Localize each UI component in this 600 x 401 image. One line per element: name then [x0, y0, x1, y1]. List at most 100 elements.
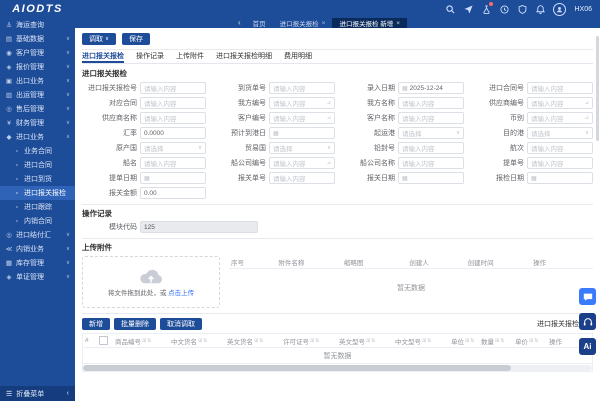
filter-icon[interactable]: ⊞	[422, 338, 426, 344]
text-input[interactable]: 请输入内容	[398, 157, 464, 169]
upload-dropzone[interactable]: 将文件拖到此处，或 点击上传	[82, 256, 220, 308]
column-header[interactable]: 商品编号 ⊞ ⇅	[113, 336, 169, 346]
sidebar-item[interactable]: ¥ 财务管理 ∨	[0, 116, 75, 130]
vertical-scrollbar-thumb[interactable]	[596, 36, 599, 141]
sidebar-item[interactable]: ▤ 基础数据 ∨	[0, 32, 75, 46]
sidebar-subitem[interactable]: ▫ 业务合同	[0, 144, 75, 158]
picker-icon[interactable]: ⊿	[585, 115, 589, 121]
picker-icon[interactable]: ⊿	[327, 115, 331, 121]
filter-icon[interactable]: ⊞	[366, 338, 370, 344]
save-button[interactable]: 保存	[122, 33, 151, 45]
date-field[interactable]: ▦	[140, 172, 206, 184]
flask-icon[interactable]	[481, 2, 494, 14]
text-input[interactable]: 请输入内容	[140, 112, 206, 124]
date-field[interactable]: ▦	[269, 127, 335, 139]
sidebar-item[interactable]: ◎ 进口结付汇 ∨	[0, 228, 75, 242]
column-header[interactable]: 英文货名 ⊞ ⇅	[225, 336, 281, 346]
sidebar-item[interactable]: ≪ 内销业务 ∨	[0, 242, 75, 256]
sidebar-item[interactable]: ▦ 库存管理 ∨	[0, 256, 75, 270]
date-field[interactable]: ▦	[398, 172, 464, 184]
window-tab[interactable]: 进口报关报检 新增 ×	[332, 18, 408, 28]
sidebar-item[interactable]: ◈ 单证管理 ∨	[0, 270, 75, 284]
text-input[interactable]: 请输入内容 ⊿	[269, 97, 335, 109]
picker-icon[interactable]: ⊿	[585, 100, 589, 106]
text-input[interactable]: 请输入内容	[140, 157, 206, 169]
sidebar-item[interactable]: ▥ 出运管理 ∨	[0, 88, 75, 102]
text-input[interactable]: 请输入内容	[140, 82, 206, 94]
sidebar-item[interactable]: ◈ 报价管理 ∨	[0, 60, 75, 74]
column-header[interactable]: 中文货名 ⊞ ⇅	[169, 336, 225, 346]
text-input[interactable]: 请输入内容	[398, 112, 464, 124]
text-input[interactable]: 请输入内容	[527, 82, 593, 94]
batch-delete-button[interactable]: 批量删除	[114, 318, 156, 330]
click-upload-link[interactable]: 点击上传	[168, 290, 194, 297]
sidebar-subitem[interactable]: ▫ 进口跟踪	[0, 200, 75, 214]
text-input[interactable]: 请输入内容 ⊿	[269, 112, 335, 124]
horizontal-scrollbar[interactable]	[83, 365, 592, 371]
select-all-checkbox[interactable]	[99, 336, 108, 345]
sidebar-item[interactable]: ◎ 售后管理 ∨	[0, 102, 75, 116]
close-icon[interactable]: ×	[396, 20, 400, 27]
text-input[interactable]: 请输入内容 ⊿	[527, 97, 593, 109]
filter-icon[interactable]: ⊞	[529, 338, 533, 344]
anchor-tab[interactable]: 进口报关报检	[82, 50, 124, 63]
text-input[interactable]: 0.00	[140, 187, 206, 199]
tabs-back-chevron-icon[interactable]: ‹	[233, 18, 246, 28]
text-input[interactable]: 请输入内容	[398, 142, 464, 154]
date-field[interactable]: ▦	[527, 172, 593, 184]
anchor-tab[interactable]: 上传附件	[176, 50, 204, 63]
picker-icon[interactable]: ⊿	[327, 100, 331, 106]
horizontal-scrollbar-thumb[interactable]	[83, 365, 511, 371]
text-input[interactable]: 0.0000	[140, 127, 206, 139]
customer-service-fab-button[interactable]	[579, 313, 596, 330]
sort-icon[interactable]: ⇅	[427, 338, 431, 344]
column-header[interactable]: 单价 ⊞ ⇅	[513, 336, 547, 346]
text-input[interactable]: 请输入内容	[398, 97, 464, 109]
text-input[interactable]: 请输入内容	[269, 172, 335, 184]
close-icon[interactable]: ×	[322, 20, 326, 27]
retrieve-button[interactable]: 调取 ∨	[82, 33, 117, 45]
select-field[interactable]: 请选择 ∨	[527, 127, 593, 139]
shield-icon[interactable]	[517, 4, 527, 14]
column-header[interactable]: 数量 ⊞ ⇅	[479, 336, 513, 346]
column-header[interactable]: 英文型号 ⊞ ⇅	[337, 336, 393, 346]
bell-icon[interactable]	[535, 4, 545, 14]
sort-icon[interactable]: ⇅	[259, 338, 263, 344]
text-input[interactable]: 请输入内容	[269, 82, 335, 94]
anchor-tab[interactable]: 操作记录	[136, 50, 164, 63]
anchor-tab[interactable]: 费用明细	[284, 50, 312, 63]
sidebar-item[interactable]: ◉ 客户管理 ∨	[0, 46, 75, 60]
chat-fab-button[interactable]	[579, 288, 596, 305]
ai-assistant-fab-button[interactable]: Ai	[579, 338, 596, 355]
text-input[interactable]: 请输入内容	[140, 97, 206, 109]
search-icon[interactable]	[445, 4, 455, 14]
text-input[interactable]: 请输入内容	[527, 142, 593, 154]
window-tab[interactable]: 进口报关报检 ×	[273, 18, 333, 29]
filter-icon[interactable]: ⊞	[198, 338, 202, 344]
sidebar-item[interactable]: ◆ 进口业务 ∧	[0, 130, 75, 144]
text-input[interactable]: 请输入内容	[527, 157, 593, 169]
filter-icon[interactable]: ⊞	[254, 338, 258, 344]
avatar[interactable]	[553, 2, 567, 16]
select-field[interactable]: 请选择 ∨	[140, 142, 206, 154]
sort-icon[interactable]: ⇅	[470, 338, 474, 344]
column-header[interactable]: 单位 ⊞ ⇅	[449, 336, 479, 346]
sidebar-subitem[interactable]: ▫ 进口报关报检	[0, 186, 75, 200]
sidebar-item[interactable]: ⚓ 海运查询	[0, 18, 75, 32]
sort-icon[interactable]: ⇅	[534, 338, 538, 344]
sidebar-subitem[interactable]: ▫ 进口到货	[0, 172, 75, 186]
column-header[interactable]: 中文型号 ⊞ ⇅	[393, 336, 449, 346]
text-input[interactable]: 请输入内容 ⊿	[527, 112, 593, 124]
sort-icon[interactable]: ⇅	[371, 338, 375, 344]
text-input[interactable]: 请输入内容 ⊿	[269, 157, 335, 169]
sort-icon[interactable]: ⇅	[315, 338, 319, 344]
history-icon[interactable]	[499, 4, 509, 14]
select-field[interactable]: 请选择 ∨	[398, 127, 464, 139]
picker-icon[interactable]: ⊿	[327, 160, 331, 166]
sidebar-subitem[interactable]: ▫ 进口合同	[0, 158, 75, 172]
collapse-menu-button[interactable]: ☰ 折叠菜单 ‹	[0, 386, 75, 401]
sort-icon[interactable]: ⇅	[147, 338, 151, 344]
cancel-retrieve-button[interactable]: 取消调取	[160, 318, 202, 330]
anchor-tab[interactable]: 进口报关报检明细	[216, 50, 272, 63]
add-detail-button[interactable]: 新增	[82, 318, 110, 330]
